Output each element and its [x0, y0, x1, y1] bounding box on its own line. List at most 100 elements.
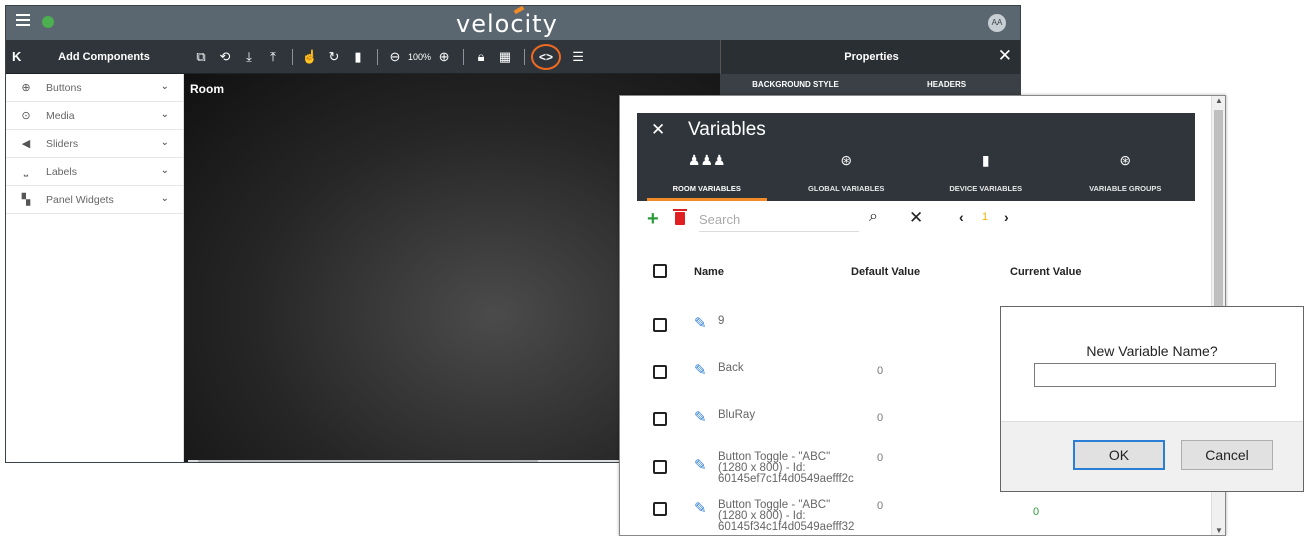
- globe-icon: ⊛: [840, 152, 853, 168]
- variable-name: 9: [718, 315, 725, 327]
- toolbar-divider: [292, 49, 293, 65]
- properties-header: Properties ✕: [720, 40, 1020, 74]
- editor-toolbar: K Add Components ⧉ ⟲ ⤓ ⤒ ☝ ↻ ▮ ⊖ 100% ⊕ …: [6, 40, 1020, 74]
- chevron-down-icon[interactable]: ⌄: [161, 165, 169, 176]
- sidebar-item-label: Panel Widgets: [46, 193, 114, 206]
- column-header-name: Name: [694, 266, 724, 278]
- tab-global-variables[interactable]: ⊛ GLOBAL VARIABLES: [777, 147, 917, 201]
- sidebar-item-label: Labels: [46, 165, 77, 178]
- variables-title: Variables: [688, 119, 766, 140]
- scroll-up-icon[interactable]: ▲: [1212, 96, 1225, 105]
- chevron-down-icon[interactable]: ⌄: [161, 81, 169, 92]
- sidebar-item-label: Buttons: [46, 81, 82, 94]
- chevron-down-icon[interactable]: ⌄: [161, 137, 169, 148]
- row-checkbox[interactable]: [653, 412, 667, 426]
- cancel-button[interactable]: Cancel: [1181, 440, 1273, 470]
- new-variable-name-input[interactable]: [1034, 363, 1276, 387]
- variables-header: ✕ Variables: [637, 113, 1195, 147]
- search-input[interactable]: [699, 208, 859, 232]
- zoom-level: 100%: [408, 52, 432, 62]
- chevron-down-icon[interactable]: ⌄: [161, 109, 169, 120]
- room-people-icon: ♟♟♟: [687, 152, 726, 168]
- ok-button[interactable]: OK: [1073, 440, 1165, 470]
- default-value: 0: [877, 452, 884, 464]
- toolbar-divider: [377, 49, 378, 65]
- delete-icon[interactable]: [673, 209, 687, 225]
- variables-toolbar: + ⌕ ✕ ‹ 1 ›: [637, 204, 1195, 236]
- remote-icon: ▮: [981, 152, 990, 168]
- volume-icon: ◀: [21, 138, 31, 150]
- user-avatar[interactable]: AA: [988, 14, 1006, 32]
- edit-pencil-icon[interactable]: ✎: [694, 499, 707, 517]
- device-preview-icon[interactable]: ⧉: [190, 49, 212, 65]
- collapse-sidebar-button[interactable]: K: [12, 49, 21, 64]
- zoom-in-icon[interactable]: ⊕: [433, 49, 455, 65]
- current-value: 0: [1033, 506, 1040, 518]
- sidebar-item-labels[interactable]: ⎵ Labels ⌄: [6, 158, 183, 186]
- clear-search-icon[interactable]: ✕: [909, 208, 923, 228]
- rotate-icon[interactable]: ⟲: [214, 49, 236, 65]
- sidebar-item-media[interactable]: ⊙ Media ⌄: [6, 102, 183, 130]
- sidebar-item-sliders[interactable]: ◀ Sliders ⌄: [6, 130, 183, 158]
- toolbar-divider: [463, 49, 465, 65]
- properties-title: Properties: [844, 51, 899, 63]
- edit-pencil-icon[interactable]: ✎: [694, 361, 707, 379]
- variable-name: BluRay: [718, 409, 756, 421]
- globe-icon: ⊛: [1119, 152, 1132, 168]
- scrollbar-thumb[interactable]: [198, 460, 538, 462]
- prompt-question: New Variable Name?: [1086, 343, 1218, 359]
- chevron-down-icon[interactable]: ⌄: [161, 193, 169, 204]
- screenshot-root: velocity AA K Add Components ⧉ ⟲ ⤓ ⤒ ☝ ↻…: [0, 0, 1304, 536]
- play-circle-icon: ⊙: [21, 110, 31, 122]
- velocity-logo: velocity: [456, 6, 558, 38]
- add-variable-button[interactable]: +: [647, 208, 659, 231]
- remote-icon[interactable]: ▮: [347, 49, 369, 65]
- column-header-default-value: Default Value: [851, 266, 921, 278]
- row-checkbox[interactable]: [653, 318, 667, 332]
- row-checkbox[interactable]: [653, 502, 667, 516]
- select-all-checkbox[interactable]: [653, 264, 667, 278]
- variables-code-button[interactable]: <>: [531, 44, 562, 70]
- tab-room-variables[interactable]: ♟♟♟ ROOM VARIABLES: [637, 147, 777, 201]
- column-header-current-value: Current Value: [1010, 266, 1082, 278]
- sidebar-item-panel-widgets[interactable]: ▚ Panel Widgets ⌄: [6, 186, 183, 214]
- sidebar-item-buttons[interactable]: ⊕ Buttons ⌄: [6, 74, 183, 102]
- room-label: Room: [190, 82, 224, 96]
- plus-circle-icon: ⊕: [21, 82, 31, 94]
- prompt-footer: OK Cancel: [1001, 421, 1303, 491]
- edit-pencil-icon[interactable]: ✎: [694, 314, 707, 332]
- variable-name: Back: [718, 362, 744, 374]
- sidebar-item-label: Media: [46, 109, 75, 122]
- label-icon: ⎵: [23, 165, 29, 177]
- edit-pencil-icon[interactable]: ✎: [694, 456, 707, 474]
- touch-icon[interactable]: ☝: [299, 49, 321, 65]
- default-value: 0: [877, 365, 884, 377]
- search-icon[interactable]: ⌕: [869, 208, 878, 226]
- row-checkbox[interactable]: [653, 460, 667, 474]
- tab-label: GLOBAL VARIABLES: [808, 184, 885, 193]
- settings-sliders-icon[interactable]: ☰: [567, 49, 589, 65]
- lock-icon[interactable]: 🔒︎: [470, 49, 492, 65]
- add-components-title: Add Components: [58, 51, 150, 63]
- tab-label: DEVICE VARIABLES: [949, 184, 1023, 193]
- hamburger-menu-icon[interactable]: [16, 14, 30, 28]
- tab-device-variables[interactable]: ▮ DEVICE VARIABLES: [916, 147, 1056, 201]
- grid-icon[interactable]: ▦: [494, 49, 516, 65]
- new-variable-prompt: New Variable Name? OK Cancel: [1000, 306, 1304, 492]
- close-icon[interactable]: ✕: [651, 120, 665, 140]
- edit-pencil-icon[interactable]: ✎: [694, 408, 707, 426]
- zoom-out-icon[interactable]: ⊖: [384, 49, 406, 65]
- download-icon[interactable]: ⤓: [238, 49, 260, 65]
- variable-name: Button Toggle - "ABC" (1280 x 800) - Id:…: [718, 451, 854, 485]
- refresh-icon[interactable]: ↻: [323, 49, 345, 65]
- status-globe-icon: [42, 16, 54, 28]
- previous-page-icon[interactable]: ‹: [959, 209, 964, 225]
- upload-icon[interactable]: ⤒: [262, 49, 284, 65]
- next-page-icon[interactable]: ›: [1004, 209, 1009, 225]
- row-checkbox[interactable]: [653, 365, 667, 379]
- tab-variable-groups[interactable]: ⊛ VARIABLE GROUPS: [1056, 147, 1196, 201]
- toolbar-divider: [524, 49, 526, 65]
- logo-text: velocity: [456, 10, 558, 38]
- tab-label: VARIABLE GROUPS: [1089, 184, 1162, 193]
- close-properties-icon[interactable]: ✕: [998, 46, 1012, 66]
